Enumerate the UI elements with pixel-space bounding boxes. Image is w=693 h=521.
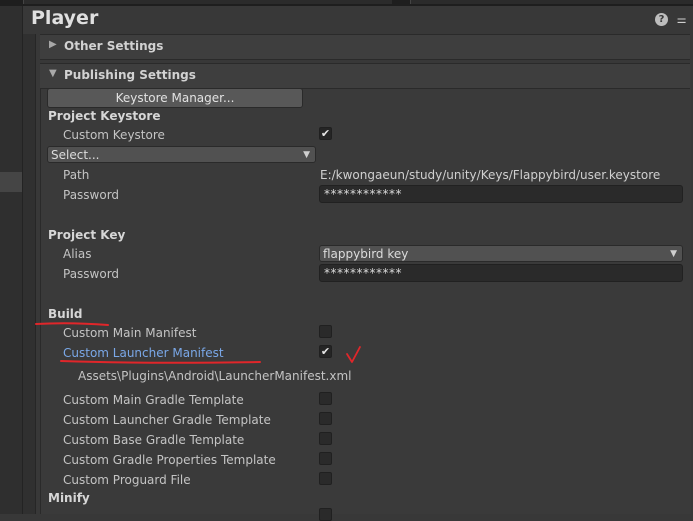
underline-annotation [60, 360, 261, 364]
underline-annotation [35, 322, 109, 326]
checkmark-annotation [346, 346, 361, 363]
red-annotation-overlay [35, 322, 361, 364]
